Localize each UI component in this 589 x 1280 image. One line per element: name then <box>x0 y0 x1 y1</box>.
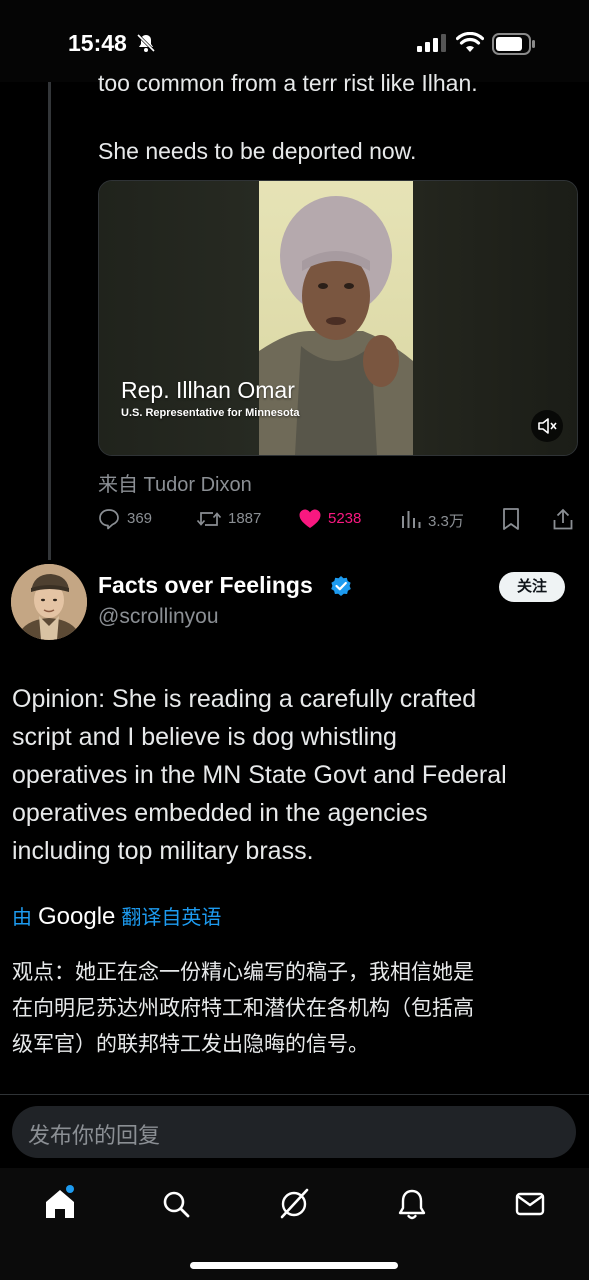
video-player[interactable]: Rep. Illhan Omar U.S. Representative for… <box>98 180 578 456</box>
share-action[interactable] <box>552 506 576 532</box>
tab-notifications[interactable] <box>392 1184 432 1224</box>
tweet-body: Opinion: She is reading a carefully craf… <box>12 680 582 870</box>
video-caption-name: Rep. Illhan Omar <box>121 377 295 403</box>
google-wordmark: Google <box>38 903 116 930</box>
search-icon <box>156 1191 196 1228</box>
translated-line: 级军官）的联邦特工发出隐晦的信号。 <box>12 1033 369 1056</box>
speaker-mute-icon <box>531 418 563 446</box>
messages-icon <box>510 1192 550 1228</box>
like-action[interactable]: 5238 <box>298 506 378 532</box>
views-action[interactable]: 3.3万 <box>400 506 472 532</box>
translate-prefix: 由 <box>12 907 32 929</box>
home-indicator <box>190 1262 398 1269</box>
divider <box>0 1094 589 1095</box>
tweet-source[interactable]: 来自 Tudor Dixon <box>98 468 252 497</box>
thread-line <box>48 82 51 560</box>
retweet-action[interactable]: 1887 <box>196 506 276 532</box>
reply-placeholder: 发布你的回复 <box>28 1123 161 1148</box>
signal-icon <box>417 34 447 57</box>
translate-suffix: 翻译自英语 <box>121 907 222 929</box>
battery-icon <box>492 33 536 60</box>
home-icon <box>40 1185 80 1228</box>
like-count: 5238 <box>328 510 362 527</box>
translated-line: 在向明尼苏达州政府特工和潜伏在各机构（包括高 <box>12 997 474 1020</box>
parent-tweet-text[interactable]: She needs to be deported now. <box>98 138 416 165</box>
video-caption-title: U.S. Representative for Minnesota <box>121 407 300 419</box>
parent-tweet-text-partial: too common from a terr rist like Ilhan. <box>98 70 478 96</box>
mute-button[interactable] <box>531 410 563 442</box>
tweet-body-line: script and I believe is dog whistling <box>12 723 397 751</box>
follow-button[interactable]: 关注 <box>499 572 565 602</box>
translated-body: 观点：她正在念一份精心编写的稿子，我相信她是 在向明尼苏达州政府特工和潜伏在各机… <box>12 955 582 1063</box>
status-time: 15:48 <box>68 30 127 56</box>
notifications-icon <box>392 1189 432 1228</box>
user-handle[interactable]: @scrollinyou <box>98 605 219 629</box>
views-count: 3.3万 <box>428 513 464 530</box>
grok-icon <box>274 1188 314 1228</box>
bookmark-action[interactable] <box>500 506 524 532</box>
avatar[interactable] <box>11 564 87 640</box>
wifi-icon <box>455 31 485 59</box>
tab-grok[interactable] <box>274 1184 314 1224</box>
display-name[interactable]: Facts over Feelings <box>98 572 313 599</box>
bell-slash-icon <box>136 33 156 58</box>
tweet-body-line: Opinion: She is reading a carefully craf… <box>12 685 477 713</box>
reply-count: 369 <box>127 510 153 527</box>
translation-attribution[interactable]: 由 Google 翻译自英语 <box>12 901 221 933</box>
reply-input[interactable]: 发布你的回复 <box>12 1106 576 1158</box>
tweet-body-line: operatives in the MN State Govt and Fede… <box>12 761 507 789</box>
tab-search[interactable] <box>156 1184 196 1224</box>
translated-line: 观点：她正在念一份精心编写的稿子，我相信她是 <box>12 961 474 984</box>
tab-messages[interactable] <box>510 1184 550 1224</box>
tab-home[interactable] <box>40 1184 80 1224</box>
retweet-count: 1887 <box>228 510 262 527</box>
verified-badge-icon <box>330 575 352 602</box>
tweet-body-line: including top military brass. <box>12 837 314 865</box>
tweet-body-line: operatives embedded in the agencies <box>12 799 428 827</box>
reply-action[interactable]: 369 <box>98 506 168 532</box>
